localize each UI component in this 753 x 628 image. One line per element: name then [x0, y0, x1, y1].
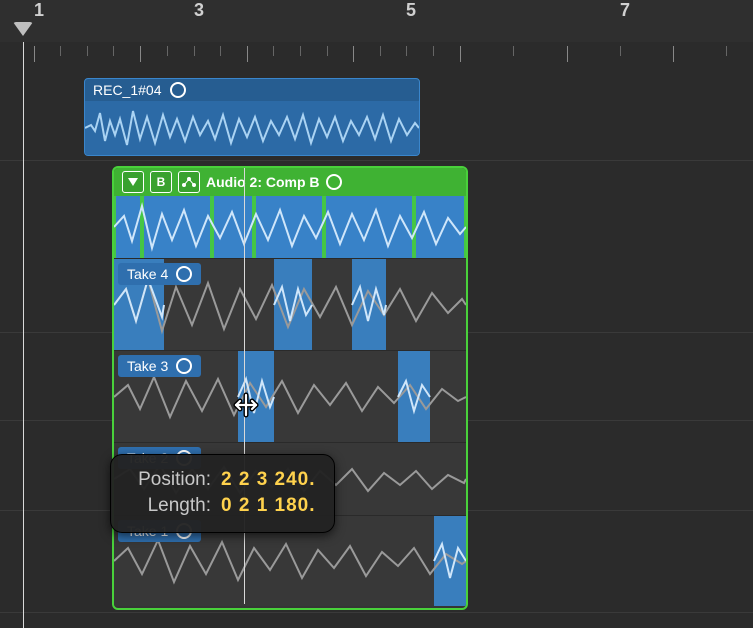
comp-dots-icon — [180, 176, 198, 188]
take-folder[interactable]: B Audio 2: Comp B Take 4 — [112, 166, 468, 610]
take-lane[interactable]: Take 4 — [114, 258, 466, 350]
comp-header[interactable]: B Audio 2: Comp B — [114, 168, 466, 196]
triangle-down-icon — [128, 178, 138, 186]
bar-number: 3 — [194, 0, 204, 21]
record-status-icon — [176, 358, 192, 374]
audio-region[interactable]: REC_1#04 — [84, 78, 420, 156]
record-status-icon — [170, 82, 186, 98]
waveform-icon — [85, 101, 419, 155]
bar-number: 1 — [34, 0, 44, 21]
quick-swipe-button[interactable] — [178, 171, 200, 193]
edit-tooltip: Position: 2 2 3 240. Length: 0 2 1 180. — [110, 454, 335, 533]
take-label[interactable]: Take 3 — [118, 355, 201, 377]
tooltip-length-label: Length: — [129, 493, 211, 519]
edit-guide-line — [244, 168, 245, 604]
ruler-ticks — [0, 42, 753, 64]
take-label[interactable]: Take 4 — [118, 263, 201, 285]
tooltip-length-value: 0 2 1 180. — [221, 493, 316, 519]
bar-number: 7 — [620, 0, 630, 21]
record-status-icon — [176, 266, 192, 282]
take-lane[interactable]: Take 3 — [114, 350, 466, 442]
playhead-line[interactable] — [23, 42, 24, 628]
region-header[interactable]: REC_1#04 — [85, 79, 419, 101]
comp-lane[interactable] — [114, 196, 466, 258]
comp-title: Audio 2: Comp B — [206, 174, 320, 190]
comp-letter-button[interactable]: B — [150, 171, 172, 193]
timeline-ruler[interactable]: 1 3 5 7 — [0, 0, 753, 43]
waveform-icon — [114, 196, 466, 258]
disclosure-button[interactable] — [122, 171, 144, 193]
playhead-handle[interactable] — [13, 22, 33, 36]
bar-number: 5 — [406, 0, 416, 21]
record-status-icon — [326, 174, 342, 190]
tooltip-position-value: 2 2 3 240. — [221, 467, 316, 493]
tooltip-position-label: Position: — [129, 467, 211, 493]
region-name: REC_1#04 — [93, 82, 162, 98]
